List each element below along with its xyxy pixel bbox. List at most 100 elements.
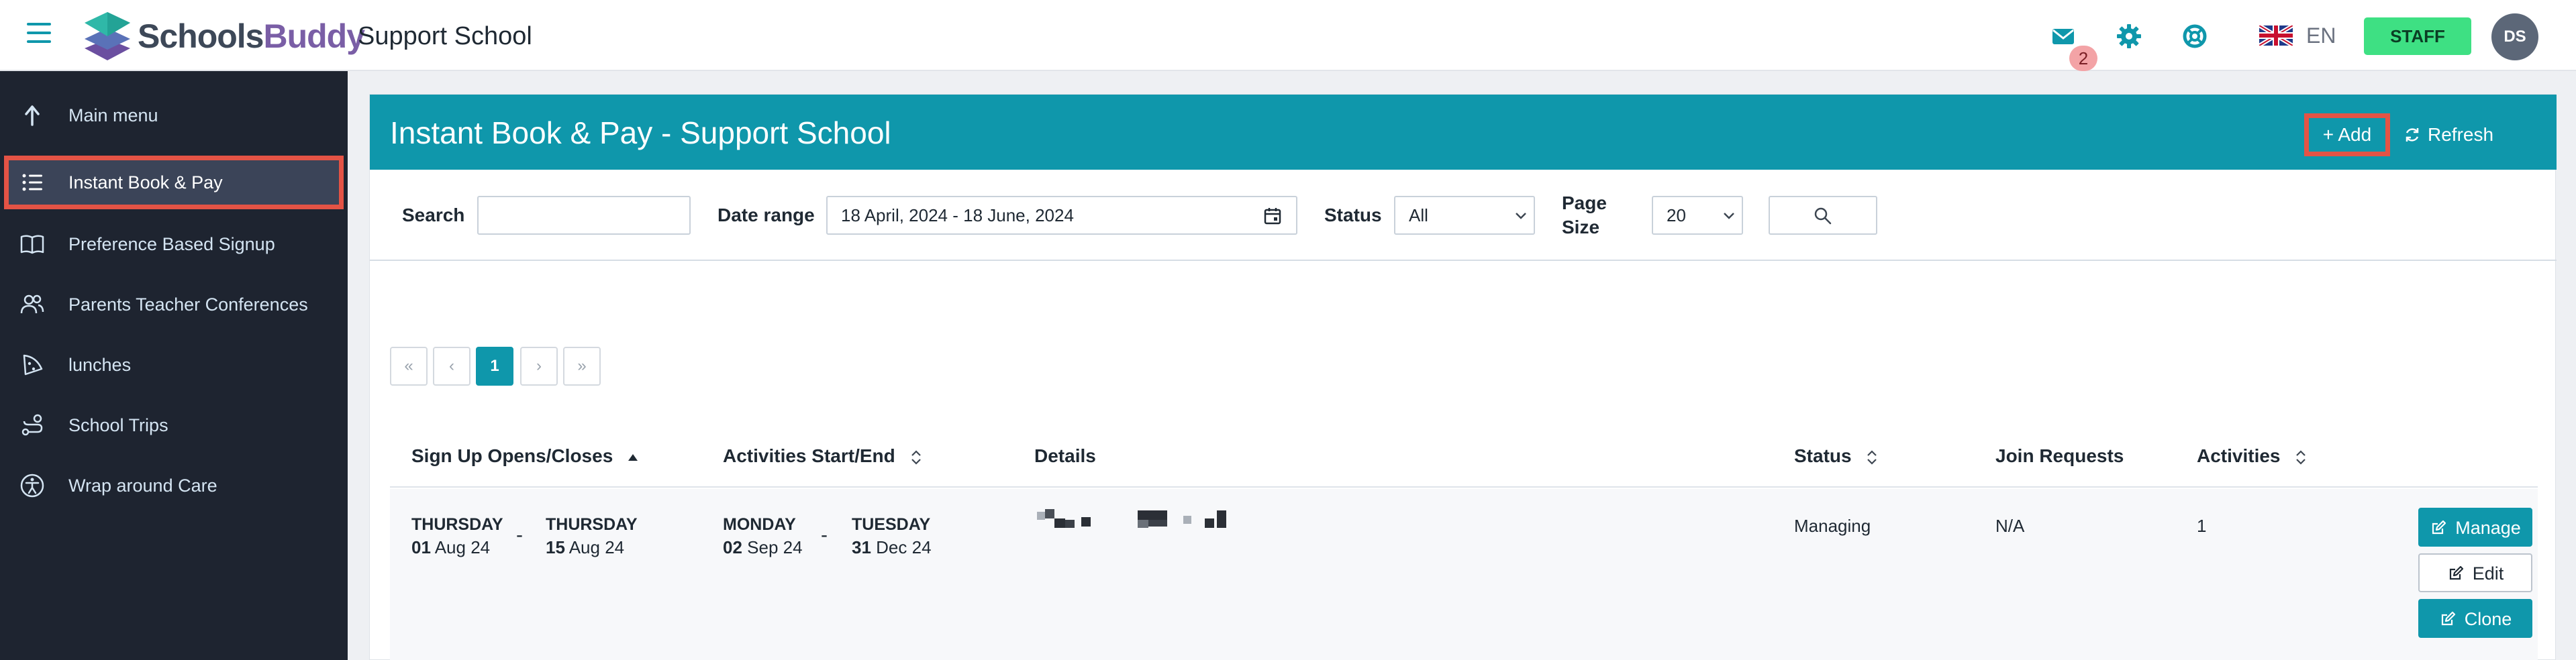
column-signup-opens-closes[interactable]: Sign Up Opens/Closes (411, 445, 638, 468)
school-name: Support School (358, 22, 532, 50)
uk-flag-icon[interactable] (2259, 25, 2293, 46)
add-button-label: Add (2338, 124, 2372, 145)
arrow-up-icon (25, 105, 40, 126)
logo-icon (85, 12, 130, 60)
column-label: Status (1794, 445, 1852, 466)
chevron-down-icon (1724, 213, 1734, 219)
day-number: 15 (546, 537, 565, 557)
column-label: Sign Up Opens/Closes (411, 445, 613, 466)
column-label: Activities Start/End (723, 445, 895, 466)
search-button[interactable] (1769, 196, 1877, 235)
redacted-details (1037, 509, 1238, 536)
edit-icon (2441, 611, 2455, 625)
panel-header: Instant Book & Pay - Support School + Ad… (370, 95, 2557, 170)
hamburger-icon[interactable] (27, 23, 51, 43)
language-selector[interactable]: EN (2306, 23, 2336, 48)
status-label: Status (1324, 205, 1382, 225)
sidebar-item-label: School Trips (68, 415, 168, 435)
date-separator: - (516, 524, 523, 546)
sidebar-item-school-trips[interactable]: School Trips (0, 398, 348, 452)
signup-close-date: THURSDAY 15 Aug 24 (546, 513, 638, 559)
avatar[interactable]: DS (2491, 13, 2538, 60)
sort-icon (2296, 450, 2306, 465)
sidebar-item-label: Parents Teacher Conferences (68, 294, 308, 315)
logo-text[interactable]: SchoolsBuddy (138, 17, 365, 55)
pizza-icon (23, 354, 43, 376)
month-year: Sep 24 (742, 537, 803, 557)
staff-role-button[interactable]: STAFF (2364, 17, 2471, 55)
chevron-down-icon (1516, 213, 1526, 219)
accessibility-icon (20, 474, 44, 498)
sidebar-item-parents-teacher-conferences[interactable]: Parents Teacher Conferences (0, 278, 348, 331)
pagination-next[interactable]: › (520, 347, 558, 386)
date-range-field[interactable]: 18 April, 2024 - 18 June, 2024 (826, 196, 1250, 235)
column-details: Details (1034, 445, 1096, 466)
sort-asc-icon (628, 453, 638, 461)
main-panel: Instant Book & Pay - Support School + Ad… (369, 94, 2557, 660)
status-select-value: All (1409, 205, 1428, 225)
column-activities-start-end[interactable]: Activities Start/End (723, 445, 922, 468)
edit-button-label: Edit (2472, 563, 2504, 584)
sidebar-item-lunches[interactable]: lunches (0, 338, 348, 392)
pagination-last[interactable]: » (563, 347, 601, 386)
lifebuoy-icon[interactable] (2180, 21, 2210, 51)
logo-text-part1: Schools (138, 17, 264, 55)
sidebar-item-preference-based-signup[interactable]: Preference Based Signup (0, 217, 348, 271)
refresh-icon (2406, 127, 2419, 142)
clone-button[interactable]: Clone (2418, 599, 2532, 638)
sort-icon (911, 450, 921, 465)
activity-start-date: MONDAY 02 Sep 24 (723, 513, 803, 559)
envelope-icon[interactable] (2048, 21, 2078, 51)
calendar-icon (1264, 208, 1281, 225)
month-year: Dec 24 (871, 537, 932, 557)
pagination-first[interactable]: « (390, 347, 428, 386)
date-range-label: Date range (717, 205, 815, 225)
sidebar-item-instant-book-pay[interactable]: Instant Book & Pay (4, 156, 344, 209)
page-size-select[interactable]: 20 (1652, 196, 1743, 235)
weekday: THURSDAY (546, 515, 638, 534)
route-icon (21, 414, 43, 436)
book-icon (20, 235, 44, 254)
table-header: Sign Up Opens/Closes Activities Start/En… (390, 423, 2538, 488)
sidebar: Main menu Instant Book & Pay Preference … (0, 71, 348, 660)
column-activities[interactable]: Activities (2197, 445, 2307, 468)
add-button[interactable]: + Add (2304, 113, 2390, 156)
sidebar-item-wrap-around-care[interactable]: Wrap around Care (0, 459, 348, 512)
activity-end-date: TUESDAY 31 Dec 24 (852, 513, 932, 559)
message-count-badge: 2 (2069, 46, 2097, 71)
edit-icon (2432, 520, 2446, 534)
manage-button-label: Manage (2455, 518, 2521, 538)
clone-button-label: Clone (2464, 609, 2512, 629)
activities-count: 1 (2197, 516, 2207, 536)
filter-bar: Search Date range 18 April, 2024 - 18 Ju… (370, 170, 2557, 261)
pagination-page-1[interactable]: 1 (476, 347, 513, 386)
page-size-select-value: 20 (1667, 205, 1686, 225)
pagination-prev[interactable]: ‹ (433, 347, 470, 386)
users-icon (20, 294, 44, 314)
refresh-button[interactable]: Refresh (2404, 113, 2538, 156)
weekday: MONDAY (723, 515, 796, 534)
day-number: 02 (723, 537, 742, 557)
logo-text-part2: Buddy (263, 17, 365, 55)
day-number: 31 (852, 537, 871, 557)
edit-button[interactable]: Edit (2418, 553, 2532, 592)
sidebar-item-label: Main menu (68, 105, 158, 125)
page-size-label: Page Size (1562, 191, 1607, 239)
search-icon (1814, 207, 1832, 225)
search-label: Search (402, 205, 465, 225)
calendar-button[interactable] (1249, 196, 1297, 235)
gear-icon[interactable] (2114, 21, 2144, 51)
status-value: Managing (1794, 516, 1871, 536)
date-separator: - (821, 524, 828, 546)
manage-button[interactable]: Manage (2418, 508, 2532, 547)
status-select[interactable]: All (1394, 196, 1535, 235)
edit-icon (2449, 565, 2463, 580)
page-size-label-line1: Page (1562, 192, 1607, 213)
list-icon (22, 174, 42, 191)
search-input[interactable] (477, 196, 691, 235)
column-status[interactable]: Status (1794, 445, 1878, 468)
sidebar-item-main-menu[interactable]: Main menu (0, 89, 348, 142)
sidebar-item-label: Wrap around Care (68, 476, 217, 496)
month-year: Aug 24 (430, 537, 491, 557)
plus-icon: + (2322, 124, 2338, 145)
